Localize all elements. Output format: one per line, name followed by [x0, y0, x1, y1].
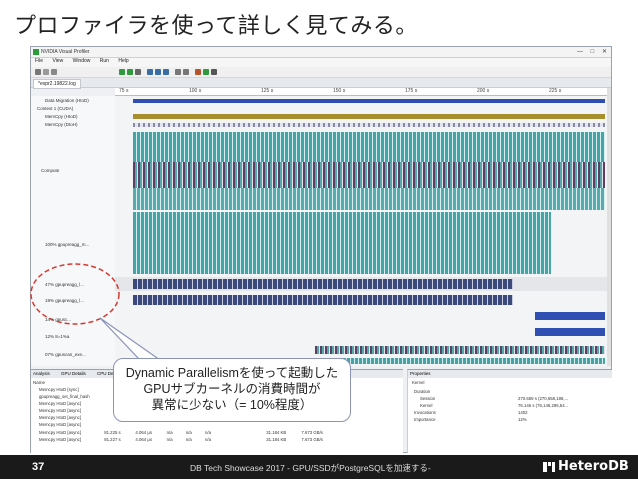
callout-line-1: Dynamic Parallelismを使って起動した [125, 366, 339, 380]
callout-line-3: 異常に少ない（= 10%程度） [151, 398, 313, 412]
highlight-ellipse [30, 263, 120, 325]
page-number: 37 [32, 461, 45, 473]
slide-footer: 37 DB Tech Showcase 2017 - GPU/SSDがPostg… [0, 455, 638, 479]
heterodb-logo: HeteroDB [542, 459, 629, 474]
annotation-callout: Dynamic Parallelismを使って起動した GPUサブカーネルの消費… [113, 358, 351, 422]
callout-line-2: GPUサブカーネルの消費時間が [143, 382, 321, 396]
logo-text: HeteroDB [558, 459, 629, 474]
callout-pointer [99, 317, 162, 361]
footer-text: DB Tech Showcase 2017 - GPU/SSDがPostgreS… [190, 463, 431, 473]
logo-icon [543, 461, 555, 472]
